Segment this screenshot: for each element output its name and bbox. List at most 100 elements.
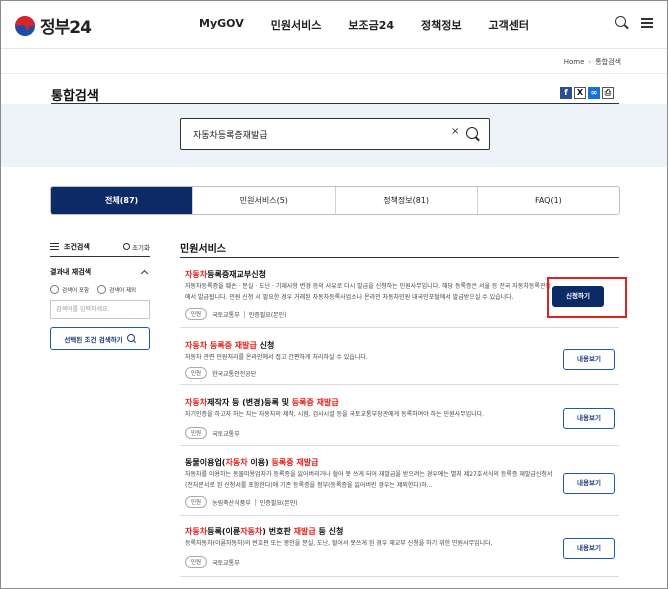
view-details-button[interactable]: 내용보기 xyxy=(563,349,615,370)
result-description: 자동차등록증을 훼손 · 분실 · 도난 · 기재사항 변경 등의 사유로 다시… xyxy=(185,283,551,301)
radio-exclude-label: 검색어 제외 xyxy=(109,287,137,294)
result-title[interactable]: 자동차 등록증 재발급 신청 xyxy=(185,340,274,351)
keyword-highlight: 자동차 xyxy=(185,398,208,407)
clear-icon[interactable]: × xyxy=(451,126,459,137)
logo-text: 정부24 xyxy=(40,18,92,38)
radio-exclude-circle[interactable] xyxy=(97,285,107,294)
radio-include-circle[interactable] xyxy=(50,285,59,294)
view-details-button[interactable]: 내용보기 xyxy=(563,408,615,429)
nav-item-subsidy24[interactable]: 보조금24 xyxy=(348,17,394,33)
menu-icon[interactable] xyxy=(641,17,653,29)
keyword-highlight: 자동차 xyxy=(240,527,263,536)
result-meta: 민원 농림축산식품부 인증필요(본인) xyxy=(185,496,298,508)
keyword-highlight: 재발급 xyxy=(293,527,316,536)
site-logo[interactable]: 정부24 xyxy=(15,13,92,38)
title-text: 등록(이륜 xyxy=(207,527,241,536)
nav-item-civil-service[interactable]: 민원서비스 xyxy=(271,17,322,33)
search-input[interactable]: 자동차등록증재발급 × xyxy=(180,118,490,150)
result-description: 자기인증을 하고자 하는 자는 자동차의 제작, 시험, 검사시설 등을 국토교… xyxy=(185,411,485,418)
category-badge: 민원 xyxy=(185,367,208,379)
result-item: 자동차 등록증 재발급 신청자동차 관련 민원처리를 온라인에서 접고 간편하게… xyxy=(180,328,619,385)
breadcrumb: Home › 통합검색 xyxy=(564,57,621,67)
filter-sidebar: 조건검색 초기화 결과내 재검색 검색어 포함 검색어 제외 검색어를 입력하세… xyxy=(50,237,150,350)
category-badge: 민원 xyxy=(185,308,208,320)
page-frame: 정부24 MyGOV 민원서비스 보조금24 정책정보 고객센터 Home › … xyxy=(0,0,668,589)
meta-separator xyxy=(243,310,245,318)
meta-separator xyxy=(254,498,256,506)
result-meta: 민원 국토교통부 xyxy=(185,556,240,568)
title-text: ) 번호판 xyxy=(262,527,294,536)
tab-all[interactable]: 전체(87) xyxy=(51,187,193,214)
reset-label: 초기화 xyxy=(132,243,150,252)
keyword-highlight: 등록증 재발급 xyxy=(271,458,319,467)
nav-item-policy-info[interactable]: 정책정보 xyxy=(421,17,461,33)
auth-requirement: 인증필요(본인) xyxy=(259,499,298,507)
x-icon[interactable]: X xyxy=(574,87,586,99)
keyword-highlight: 자동차 xyxy=(185,270,208,279)
breadcrumb-current: 통합검색 xyxy=(595,58,621,66)
keyword-highlight: 자동차 xyxy=(185,527,208,536)
result-description: 자동차를 이용하는 동물미용업자가 등록증을 잃어버리거나 헐어 못 쓰게 되어… xyxy=(185,471,553,489)
radio-include-label: 검색어 포함 xyxy=(62,287,90,294)
nav-item-mygov[interactable]: MyGOV xyxy=(199,17,244,33)
nav-item-customer-center[interactable]: 고객센터 xyxy=(488,17,528,33)
result-description: 자동차 관련 민원처리를 온라인에서 접고 간편하게 처리하실 수 있습니다. xyxy=(185,354,368,361)
search-submit-icon[interactable] xyxy=(466,127,480,141)
category-badge: 민원 xyxy=(185,427,208,439)
reset-button[interactable]: 초기화 xyxy=(123,242,150,252)
result-title[interactable]: 자동차등록증재교부신청 xyxy=(185,269,266,280)
category-badge: 민원 xyxy=(185,556,208,568)
title-text: 동물이용업( xyxy=(185,458,226,467)
result-meta: 민원 국토교통부 인증필요(본인) xyxy=(185,308,287,320)
result-title[interactable]: 자동차제작자 등 (변경)등록 및 등록증 재발급 xyxy=(185,397,339,408)
in-result-search-label: 결과내 재검색 xyxy=(50,268,92,276)
search-band: 자동차등록증재발급 × xyxy=(1,104,667,167)
title-text: 신청 xyxy=(256,341,275,350)
result-title[interactable]: 동물이용업(자동차 이용) 등록증 재발급 xyxy=(185,457,318,468)
apply-condition-search-button[interactable]: 선택된 조건 검색하기 xyxy=(50,327,150,350)
radio-include[interactable]: 검색어 포함 xyxy=(50,285,89,294)
radio-exclude[interactable]: 검색어 제외 xyxy=(97,285,136,294)
title-text: 이용) xyxy=(247,458,272,467)
site-header: 정부24 MyGOV 민원서비스 보조금24 정책정보 고객센터 xyxy=(1,1,667,49)
print-icon[interactable]: ⎙ xyxy=(602,87,614,99)
condition-search-label: 조건검색 xyxy=(64,242,90,251)
link-icon[interactable]: ∞ xyxy=(588,87,600,99)
result-tabs: 전체(87) 민원서비스(5) 정책정보(81) FAQ(1) xyxy=(50,186,620,215)
page-title: 통합검색 xyxy=(51,89,99,104)
result-description: 등록자동차(이륜자동차)의 번호판 또는 봉인을 분실, 도난, 헐어서 못쓰게… xyxy=(185,540,493,547)
breadcrumb-home[interactable]: Home xyxy=(564,58,585,66)
search-query[interactable]: 자동차등록증재발급 xyxy=(193,128,268,141)
tab-policy-info[interactable]: 정책정보(81) xyxy=(334,187,477,214)
agency-name: 국토교통부 xyxy=(212,430,240,438)
search-icon xyxy=(126,334,136,343)
reset-icon xyxy=(123,243,131,250)
title-text: 등록증재교부신청 xyxy=(207,270,266,279)
chevron-up-icon[interactable] xyxy=(140,269,149,278)
tab-civil-service[interactable]: 민원서비스(5) xyxy=(192,187,334,214)
tab-faq[interactable]: FAQ(1) xyxy=(476,187,619,214)
breadcrumb-bar: Home › 통합검색 xyxy=(1,50,667,74)
title-text: 등 신청 xyxy=(315,527,344,536)
keyword-highlight: 자동차 xyxy=(225,458,248,467)
keyword-highlight: 자동차 등록증 재발급 xyxy=(185,341,257,350)
result-title[interactable]: 자동차등록(이륜자동차) 번호판 재발급 등 신청 xyxy=(185,526,343,537)
view-details-button[interactable]: 내용보기 xyxy=(563,473,615,494)
agency-name: 국토교통부 xyxy=(212,559,240,567)
view-details-button[interactable]: 내용보기 xyxy=(563,538,615,559)
category-badge: 민원 xyxy=(185,496,208,508)
share-tools: f X ∞ ⎙ xyxy=(558,87,614,99)
in-result-search-header[interactable]: 결과내 재검색 xyxy=(50,267,150,278)
taegeuk-logo-icon xyxy=(15,15,35,36)
section-title: 민원서비스 xyxy=(180,244,226,255)
result-meta: 민원 국토교통부 xyxy=(185,427,240,439)
result-item: 자동차제작자 등 (변경)등록 및 등록증 재발급자기인증을 하고자 하는 자는… xyxy=(180,385,619,446)
facebook-icon[interactable]: f xyxy=(560,87,572,99)
in-result-search-input[interactable]: 검색어를 입력하세요. xyxy=(50,300,150,319)
chevron-right-icon: › xyxy=(588,58,592,66)
result-item: 동물이용업(자동차 이용) 등록증 재발급자동차를 이용하는 동물미용업자가 등… xyxy=(180,446,619,516)
main-nav: MyGOV 민원서비스 보조금24 정책정보 고객센터 xyxy=(199,17,556,33)
search-icon[interactable] xyxy=(615,16,629,30)
apply-condition-search-label: 선택된 조건 검색하기 xyxy=(64,335,123,344)
highlight-box xyxy=(547,277,627,318)
